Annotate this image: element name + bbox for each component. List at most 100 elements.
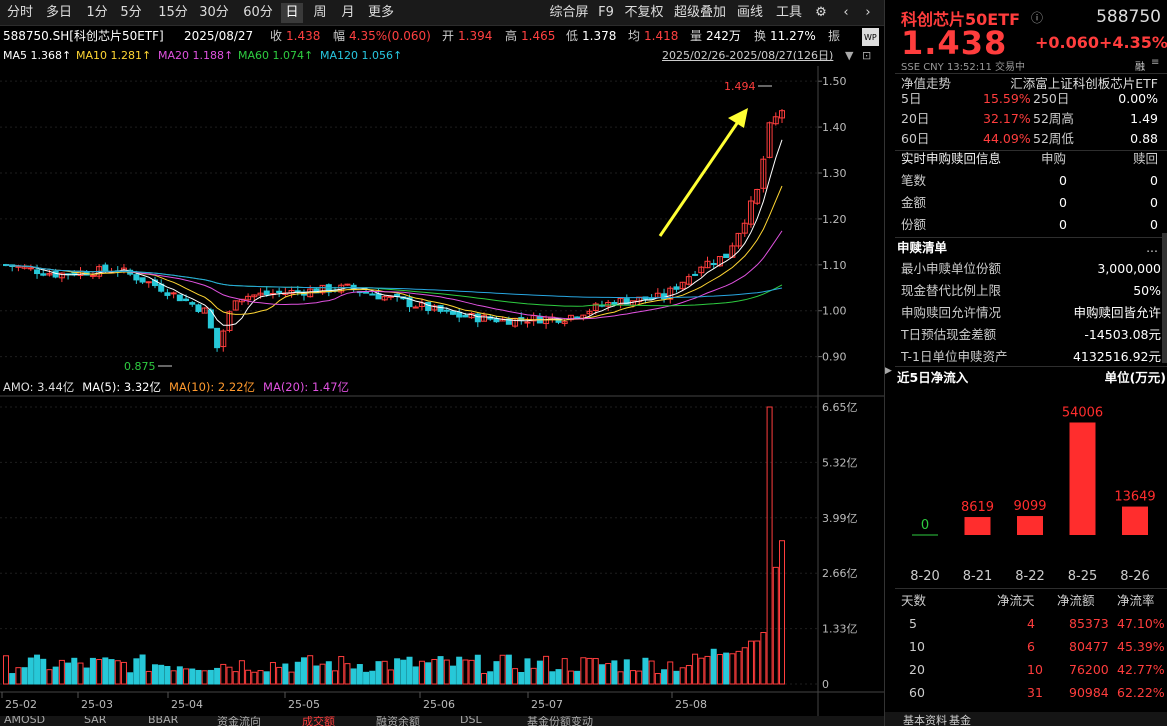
triangle-down-icon[interactable]: ▼: [845, 46, 853, 66]
no-adjust-button[interactable]: 不复权: [621, 3, 667, 23]
inflow-value-label: 54006: [1062, 405, 1103, 420]
flow-rate: 62.22%: [1117, 683, 1165, 703]
date-range-label[interactable]: 2025/02/26-2025/08/27(126日): [662, 46, 833, 66]
perf-value-2: 1.49: [1130, 109, 1158, 129]
list-header[interactable]: 申赎清单 ...: [901, 238, 1158, 258]
tab-60min[interactable]: 60分: [240, 3, 276, 23]
flow-table-row: 1068047745.39%: [901, 637, 1158, 657]
tab-bbar[interactable]: BBAR: [148, 716, 178, 726]
volume-bar: [724, 653, 729, 684]
zoom-icon[interactable]: ⊡: [862, 46, 871, 66]
scrollbar[interactable]: [1162, 233, 1167, 363]
candle-body: [370, 294, 375, 295]
tab-1min[interactable]: 1分: [83, 3, 111, 23]
tab-amosd[interactable]: AMOSD: [4, 716, 45, 726]
tab-turnover[interactable]: 成交额: [302, 716, 335, 726]
volume-bar: [134, 659, 139, 684]
tab-15min[interactable]: 15分: [155, 3, 191, 23]
subscribe-value: 0: [1059, 171, 1067, 191]
volume-bar: [115, 661, 120, 684]
date-tick: 25-04: [171, 698, 203, 711]
volume-bar: [239, 661, 244, 684]
indicator-tabs: AMOSD SAR BBAR 资金流向 成交额 融资余额 DSL 基金份额变动: [0, 716, 884, 726]
avg-value: 1.418: [644, 26, 678, 46]
perf-period: 5日: [901, 89, 921, 109]
volume-bar: [314, 666, 319, 684]
tab-money-flow[interactable]: 资金流向: [217, 716, 261, 726]
volume-bar: [345, 664, 350, 684]
flow-unit: 单位(万元): [1105, 368, 1166, 388]
super-overlay-button[interactable]: 超级叠加: [671, 3, 729, 23]
candle-body: [28, 268, 33, 269]
volume-bar: [624, 660, 629, 684]
open-value: 1.394: [458, 26, 492, 46]
volume-bar: [780, 541, 785, 684]
gear-icon[interactable]: ⚙: [812, 3, 830, 23]
volume-value: 242万: [706, 26, 741, 46]
period-toolbar: 分时 多日 1分 5分 15分 30分 60分 日 周 月 更多 综合屏 F9 …: [0, 0, 884, 26]
tab-margin[interactable]: 融资余额: [376, 716, 420, 726]
candle-body: [426, 302, 431, 310]
volume-bar: [482, 673, 487, 684]
redeem-value: 0: [1150, 193, 1158, 213]
tab-basic-info[interactable]: 基本资料: [903, 712, 947, 726]
volume-bar: [159, 665, 164, 684]
flow-table-row: 548537347.10%: [901, 614, 1158, 634]
tab-5min[interactable]: 5分: [117, 3, 145, 23]
volume-bar: [233, 672, 238, 684]
draw-line-button[interactable]: 画线: [734, 3, 766, 23]
volume-bar: [252, 672, 257, 684]
volume-bar: [755, 641, 760, 684]
candle-body: [171, 293, 176, 294]
candle-body: [345, 284, 350, 285]
volume-bar: [35, 655, 40, 684]
candlesticks: [4, 109, 785, 352]
tab-more[interactable]: 更多: [365, 3, 397, 23]
volume-bar: [413, 667, 418, 684]
more-icon[interactable]: ...: [1146, 238, 1158, 258]
chevron-left-icon[interactable]: ‹: [838, 3, 854, 23]
realtime-label: 份额: [901, 215, 926, 235]
volume-bar: [270, 663, 275, 684]
volume-bar: [376, 662, 381, 684]
tab-intraday[interactable]: 分时: [3, 3, 37, 23]
tab-weekly[interactable]: 周: [309, 3, 331, 23]
date-tick: 25-02: [5, 698, 37, 711]
volume-bar: [457, 657, 462, 684]
volume-label: 量: [690, 26, 702, 46]
tab-monthly[interactable]: 月: [337, 3, 359, 23]
tab-fund-shares[interactable]: 基金份额变动: [527, 716, 593, 726]
wp-icon[interactable]: WP: [862, 28, 879, 46]
list-title: 申赎清单: [897, 238, 947, 258]
tab-30min[interactable]: 30分: [196, 3, 232, 23]
tab-dsl[interactable]: DSL: [460, 716, 482, 726]
volume-bar: [668, 662, 673, 684]
tab-multiday[interactable]: 多日: [42, 3, 76, 23]
inflow-bar: [965, 517, 991, 535]
candle-body: [184, 299, 189, 300]
date-tick: 25-03: [81, 698, 113, 711]
kline-chart[interactable]: 1.501.401.301.201.101.000.906.65亿5.32亿3.…: [0, 66, 884, 716]
collapse-left-icon[interactable]: ▶: [885, 366, 895, 376]
info-icon[interactable]: ⓘ: [1031, 9, 1043, 26]
tools-button[interactable]: 工具: [773, 3, 805, 23]
volume-bar: [128, 673, 133, 684]
volume-bar: [370, 671, 375, 684]
tab-daily[interactable]: 日: [281, 3, 303, 23]
volume-tick: 1.33亿: [822, 623, 858, 636]
volume-bar: [513, 669, 518, 684]
price-tick: 0.90: [822, 351, 847, 364]
tab-sar[interactable]: SAR: [84, 716, 106, 726]
avg-label: 均: [628, 26, 640, 46]
volume-bar: [10, 674, 15, 684]
menu-icon[interactable]: ≡: [1151, 57, 1159, 68]
volume-bar: [215, 668, 220, 684]
flow-days: 60: [909, 683, 925, 703]
volume-bar: [556, 670, 561, 684]
chevron-right-icon[interactable]: ›: [860, 3, 876, 23]
f9-button[interactable]: F9: [596, 3, 616, 23]
tab-fund[interactable]: 基金: [949, 712, 971, 726]
composite-screen-button[interactable]: 综合屏: [546, 3, 592, 23]
volume-bar: [364, 672, 369, 684]
candle-body: [90, 275, 95, 276]
